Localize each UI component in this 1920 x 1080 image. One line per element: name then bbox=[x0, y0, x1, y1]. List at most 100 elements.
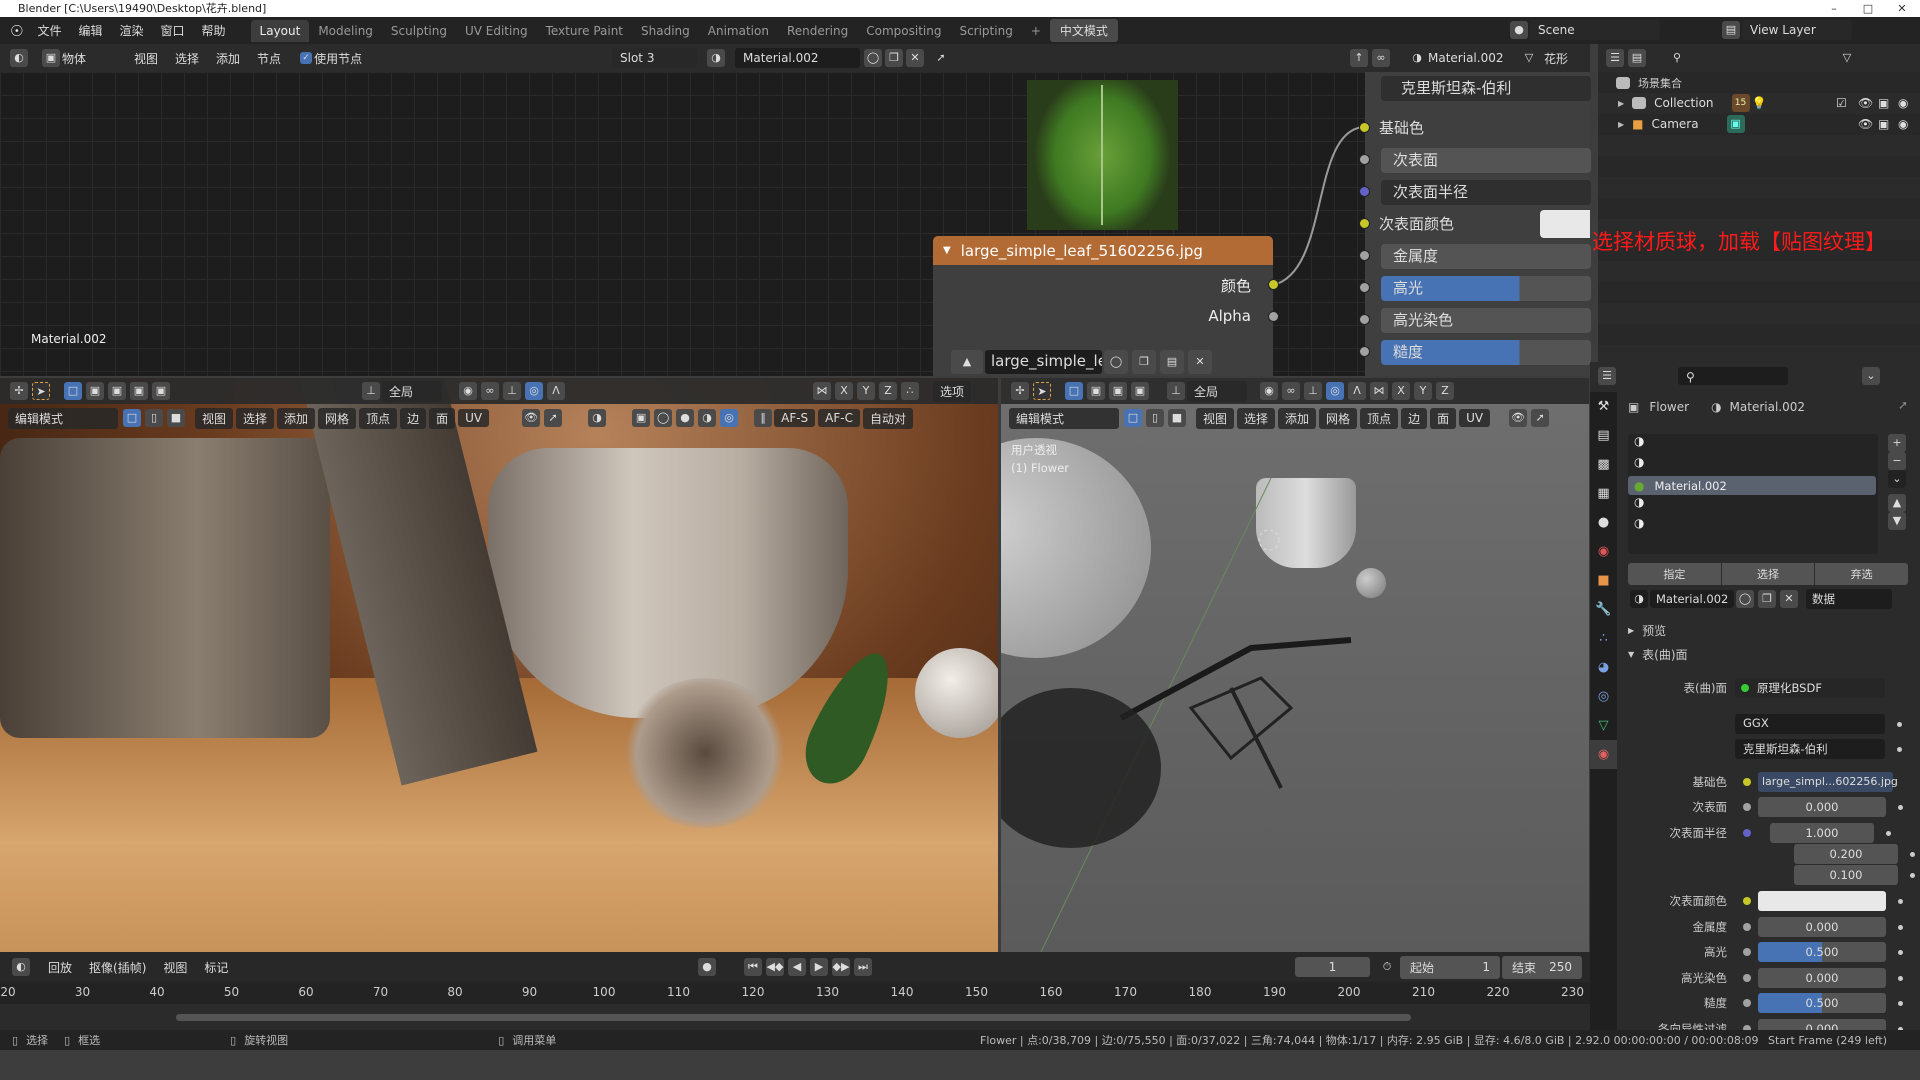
subsurface-method-dropdown[interactable]: 克里斯坦森-伯利 bbox=[1381, 76, 1591, 101]
prev-keyframe-icon[interactable]: ◀◆ bbox=[766, 958, 784, 976]
chinese-mode-button[interactable]: 中文模式 bbox=[1049, 19, 1118, 42]
material-slot-selected[interactable]: ● Material.002 bbox=[1628, 476, 1876, 495]
property-value[interactable]: 0.000 bbox=[1758, 968, 1886, 988]
menu-mesh[interactable]: 网格 bbox=[318, 407, 357, 429]
menu-select[interactable]: 选择 bbox=[236, 407, 275, 429]
keyframe-dot[interactable] bbox=[1898, 898, 1903, 904]
select-mode-new-icon[interactable]: □ bbox=[1065, 382, 1083, 400]
input-socket-roughness[interactable] bbox=[1359, 346, 1370, 357]
visibility-icon[interactable]: 👁 bbox=[522, 409, 541, 427]
menu-face[interactable]: 面 bbox=[1430, 407, 1457, 429]
input-specular[interactable]: 高光 bbox=[1381, 276, 1591, 301]
assign-button[interactable]: 指定 bbox=[1628, 563, 1721, 585]
editor-type-icon[interactable]: ✢ bbox=[1011, 382, 1029, 400]
unlink-icon[interactable]: ✕ bbox=[906, 49, 924, 67]
menu-face[interactable]: 面 bbox=[429, 407, 456, 429]
view-layer-selector[interactable]: ▤ View Layer bbox=[1720, 20, 1852, 40]
auto-merge-icon[interactable]: ∴ bbox=[901, 382, 919, 400]
input-socket-subsurface-color[interactable] bbox=[1359, 218, 1370, 229]
new-material-icon[interactable]: ❐ bbox=[1758, 590, 1776, 608]
gizmo-icon[interactable]: ➚ bbox=[1531, 409, 1550, 427]
socket-dot-icon[interactable] bbox=[1743, 829, 1751, 837]
menu-mesh[interactable]: 网格 bbox=[1319, 407, 1358, 429]
timeline-scrollbar[interactable] bbox=[176, 1014, 1411, 1021]
tab-rendering[interactable]: Rendering bbox=[778, 20, 857, 42]
tab-animation[interactable]: Animation bbox=[699, 20, 778, 42]
snap-icon[interactable]: ∞ bbox=[1372, 49, 1390, 67]
xray-icon[interactable]: ▣ bbox=[632, 409, 651, 427]
tab-texture-paint[interactable]: Texture Paint bbox=[537, 20, 632, 42]
principled-bsdf-node[interactable]: 克里斯坦森-伯利 基础色 次表面 次表面半径 次表面颜色 金属度 高光 高光染色… bbox=[1359, 72, 1591, 376]
input-socket-metallic[interactable] bbox=[1359, 250, 1370, 261]
mirror-x-toggle[interactable]: X bbox=[1392, 382, 1410, 400]
mirror-z-toggle[interactable]: Z bbox=[1436, 382, 1454, 400]
viewport-monitor-icon[interactable]: ▣ bbox=[1878, 96, 1889, 110]
tool-tab-icon[interactable]: ⚒ bbox=[1590, 392, 1617, 421]
tab-modeling[interactable]: Modeling bbox=[309, 20, 382, 42]
keyframe-dot[interactable] bbox=[1898, 949, 1903, 955]
property-value[interactable]: 0.000 bbox=[1758, 917, 1886, 937]
duplicate-image-icon[interactable]: ❐ bbox=[1132, 350, 1156, 374]
options-dropdown-icon[interactable]: ⌄ bbox=[1862, 367, 1880, 385]
menu-window[interactable]: 窗口 bbox=[161, 22, 185, 39]
constraints-tab-icon[interactable]: ◎ bbox=[1590, 682, 1617, 711]
select-mode-subtract-icon[interactable]: ▣ bbox=[108, 382, 126, 400]
keyframe-dot[interactable] bbox=[1898, 804, 1903, 810]
select-mode-new-icon[interactable]: □ bbox=[64, 382, 82, 400]
input-subsurface-radius[interactable]: 次表面半径 bbox=[1381, 180, 1591, 205]
proportional-edit-icon[interactable]: ◎ bbox=[1326, 382, 1344, 400]
material-browse-icon[interactable]: ◑ bbox=[707, 49, 725, 67]
keyframe-dot[interactable] bbox=[1898, 1000, 1903, 1006]
next-keyframe-icon[interactable]: ◆▶ bbox=[832, 958, 850, 976]
menu-edge[interactable]: 边 bbox=[400, 407, 427, 429]
select-mode-extend-icon[interactable]: ▣ bbox=[1087, 382, 1105, 400]
particles-tab-icon[interactable]: ∴ bbox=[1590, 624, 1617, 653]
face-select-icon[interactable]: ■ bbox=[167, 409, 185, 427]
keyframe-dot[interactable] bbox=[1910, 872, 1915, 878]
preview-panel-header[interactable]: ▶ 预览 bbox=[1628, 622, 1666, 639]
material-browse-icon[interactable]: ◑ bbox=[1630, 590, 1648, 608]
physics-tab-icon[interactable]: ◕ bbox=[1590, 653, 1617, 682]
move-slot-up-button[interactable]: ▲ bbox=[1888, 494, 1906, 512]
socket-dot-icon[interactable] bbox=[1743, 803, 1751, 811]
marker-menu[interactable]: 标记 bbox=[204, 959, 228, 976]
scene-tab-icon[interactable]: ● bbox=[1590, 508, 1617, 537]
image-browse-icon[interactable]: ▲ bbox=[951, 350, 983, 374]
property-value[interactable] bbox=[1758, 891, 1886, 911]
material-slot[interactable]: ◑ bbox=[1628, 516, 1878, 537]
visibility-eye-icon[interactable]: 👁 bbox=[1858, 96, 1873, 110]
proportional-edit-icon[interactable]: ◎ bbox=[525, 382, 543, 400]
menu-view[interactable]: 视图 bbox=[195, 407, 234, 429]
data-tab-icon[interactable]: ▽ bbox=[1590, 711, 1617, 740]
select-tool-icon[interactable]: ➤ bbox=[32, 382, 50, 400]
menu-edge[interactable]: 边 bbox=[1401, 407, 1428, 429]
input-socket-specular[interactable] bbox=[1359, 282, 1370, 293]
record-keyframe-button[interactable]: ● bbox=[698, 958, 716, 976]
remove-slot-button[interactable]: − bbox=[1888, 452, 1906, 470]
editor-type-icon[interactable]: ◐ bbox=[10, 49, 28, 67]
duplicate-icon[interactable]: ❐ bbox=[885, 49, 903, 67]
property-value[interactable]: 0.100 bbox=[1794, 865, 1898, 885]
select-mode-invert-icon[interactable]: ▣ bbox=[130, 382, 148, 400]
input-socket-subsurface[interactable] bbox=[1359, 154, 1370, 165]
rendered-shading-icon[interactable]: ◎ bbox=[720, 409, 739, 427]
overlay-icon[interactable]: ◑ bbox=[588, 409, 607, 427]
menu-vertex[interactable]: 顶点 bbox=[359, 407, 398, 429]
vertex-select-icon[interactable]: □ bbox=[1124, 409, 1142, 427]
af-c-button[interactable]: AF-C bbox=[818, 409, 860, 427]
material-slot[interactable]: ◑ bbox=[1628, 495, 1878, 516]
menu-add[interactable]: 添加 bbox=[277, 407, 316, 429]
render-camera-icon[interactable]: ◉ bbox=[1898, 117, 1908, 131]
jump-start-icon[interactable]: ⏮ bbox=[744, 958, 762, 976]
pin-icon[interactable]: ➚ bbox=[1898, 398, 1908, 412]
menu-uv[interactable]: UV bbox=[458, 409, 490, 427]
use-nodes-checkbox[interactable]: ✓ bbox=[300, 52, 313, 64]
outliner-editor-type-icon[interactable]: ☰ bbox=[1606, 49, 1624, 67]
menu-add[interactable]: 添加 bbox=[1278, 407, 1317, 429]
fake-user-icon[interactable]: ◯ bbox=[1736, 590, 1754, 608]
options-dropdown[interactable]: 选项 bbox=[933, 380, 972, 402]
orientation-dropdown[interactable]: 全局 bbox=[382, 380, 442, 402]
gizmo-icon[interactable]: ➚ bbox=[544, 409, 563, 427]
parent-node-icon[interactable]: ↑ bbox=[1350, 49, 1368, 67]
preview-range-icon[interactable]: ⏱ bbox=[1378, 958, 1396, 976]
